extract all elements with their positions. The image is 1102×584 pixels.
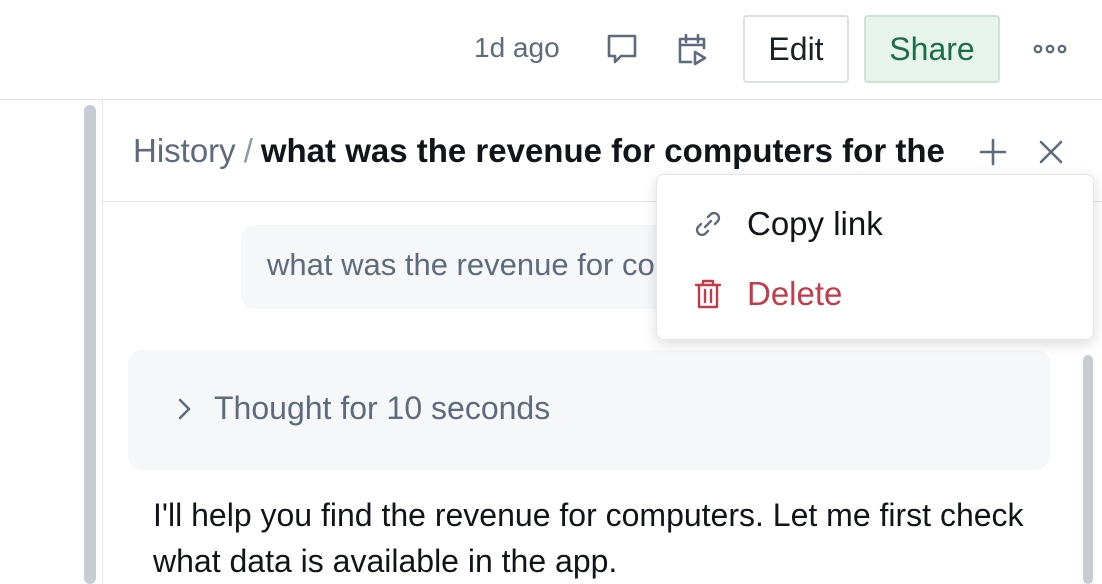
link-icon (691, 207, 725, 241)
top-header-bar: 1d ago Edit Share (0, 0, 1102, 100)
delete-menu-item[interactable]: Delete (657, 263, 1093, 325)
breadcrumb: History / what was the revenue for compute… (133, 132, 963, 170)
edit-button[interactable]: Edit (743, 15, 849, 83)
breadcrumb-separator: / (243, 132, 253, 169)
trash-icon (691, 277, 725, 311)
copy-link-label: Copy link (747, 205, 883, 242)
thought-toggle[interactable]: Thought for 10 seconds (128, 350, 1050, 470)
share-button[interactable]: Share (864, 15, 1000, 83)
panel-scrollbar[interactable] (1083, 355, 1093, 584)
copy-link-menu-item[interactable]: Copy link (657, 193, 1093, 255)
more-horizontal-icon[interactable] (1030, 34, 1070, 64)
chevron-right-icon (170, 394, 198, 424)
delete-label: Delete (747, 275, 843, 312)
last-updated-timestamp: 1d ago (474, 32, 560, 63)
breadcrumb-current-title: what was the revenue for computers for t… (260, 132, 945, 169)
plus-icon[interactable] (975, 134, 1011, 170)
main-scrollbar[interactable] (84, 105, 96, 584)
calendar-play-icon[interactable] (674, 31, 710, 67)
breadcrumb-history-link[interactable]: History (133, 132, 236, 169)
thought-label: Thought for 10 seconds (214, 390, 551, 426)
options-menu: Copy link Delete (656, 174, 1094, 340)
history-panel: History / what was the revenue for compute… (102, 100, 1102, 584)
assistant-message: I'll help you find the revenue for compu… (153, 497, 1024, 579)
close-icon[interactable] (1033, 134, 1069, 170)
comment-icon[interactable] (604, 31, 640, 67)
